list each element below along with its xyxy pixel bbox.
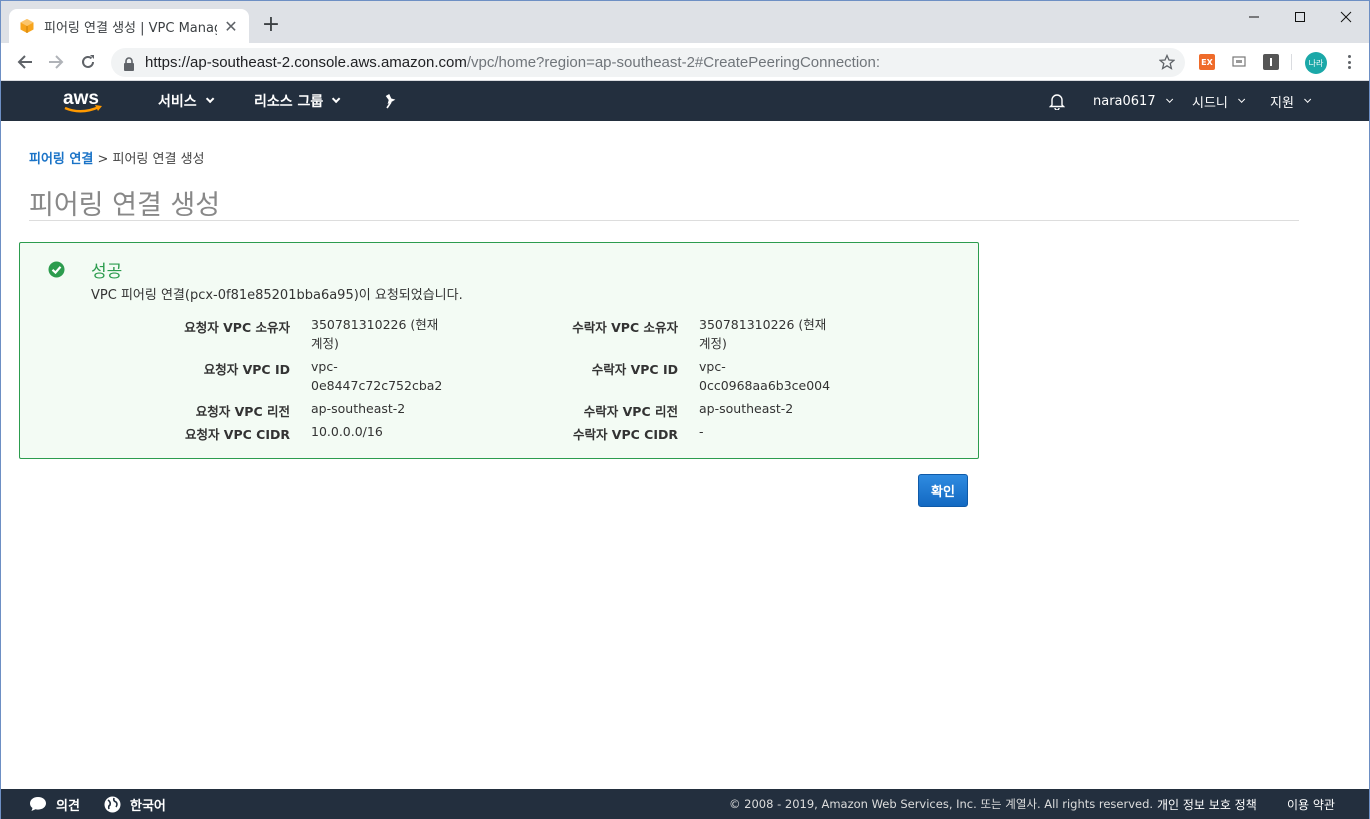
lock-icon [123, 56, 135, 71]
services-menu[interactable]: 서비스 [158, 81, 215, 121]
aws-console-header: aws 서비스 리소스 그룹 nara0617 시드니 지원 [1, 81, 1369, 121]
accepter-cidr-label: 수락자 VPC CIDR [572, 427, 678, 442]
tab-title: 피어링 연결 생성 | VPC Manage [44, 20, 217, 36]
chevron-down-icon [1304, 95, 1312, 103]
extension-reader-icon[interactable] [1263, 54, 1279, 70]
chevron-down-icon [205, 94, 215, 104]
browser-toolbar: https://ap-southeast-2.console.aws.amazo… [1, 43, 1369, 81]
success-heading: 성공 [91, 262, 123, 282]
new-tab-icon[interactable]: + [261, 13, 281, 37]
browser-menu-icon[interactable] [1344, 53, 1354, 71]
account-name: nara0617 [1093, 93, 1156, 109]
services-menu-label: 서비스 [158, 94, 197, 110]
address-bar[interactable]: https://ap-southeast-2.console.aws.amazo… [111, 48, 1185, 77]
ok-button[interactable]: 확인 [918, 474, 968, 507]
language-label: 한국어 [130, 798, 166, 814]
resource-groups-menu[interactable]: 리소스 그룹 [254, 81, 341, 121]
profile-avatar[interactable]: 나라 [1305, 52, 1327, 74]
bookmark-star-icon[interactable] [1158, 53, 1176, 74]
aws-cube-icon [19, 18, 35, 34]
minimize-icon[interactable] [1231, 1, 1277, 33]
back-icon[interactable] [15, 52, 35, 72]
chevron-down-icon [1165, 95, 1173, 103]
profile-avatar-label: 나라 [1308, 58, 1324, 68]
requester-vpc-id-value: vpc- 0e8447c72c752cba2 [311, 359, 443, 393]
accepter-owner-label: 수락자 VPC 소유자 [572, 320, 678, 335]
pin-icon[interactable] [383, 81, 399, 121]
success-message: VPC 피어링 연결(pcx-0f81e85201bba6a95)이 요청되었습… [91, 288, 463, 303]
requester-owner-value: 350781310226 (현재 계정) [311, 317, 439, 351]
breadcrumb-peering-connections-link[interactable]: 피어링 연결 [29, 152, 93, 167]
page-title: 피어링 연결 생성 [29, 183, 1299, 221]
notifications-bell-icon[interactable] [1049, 81, 1065, 121]
breadcrumb-separator: > [97, 152, 109, 167]
accepter-region-label: 수락자 VPC 리전 [583, 404, 678, 419]
toolbar-divider [1291, 54, 1292, 70]
tab-close-icon[interactable]: ✕ [223, 17, 239, 36]
requester-cidr-value: 10.0.0.0/16 [311, 424, 383, 439]
requester-region-label: 요청자 VPC 리전 [195, 404, 290, 419]
requester-owner-label: 요청자 VPC 소유자 [184, 320, 290, 335]
reload-icon[interactable] [78, 52, 98, 72]
requester-region-value: ap-southeast-2 [311, 401, 406, 416]
feedback-label: 의견 [56, 798, 80, 814]
requester-cidr-label: 요청자 VPC CIDR [184, 427, 290, 442]
chevron-down-icon [1237, 95, 1246, 103]
requester-vpc-id-label: 요청자 VPC ID [203, 362, 290, 377]
window-close-icon[interactable] [1323, 1, 1369, 33]
aws-logo-text: aws [63, 88, 99, 109]
region-name: 시드니 [1192, 95, 1228, 111]
copyright-text: © 2008 - 2019, Amazon Web Services, Inc.… [729, 797, 1154, 811]
accepter-owner-value: 350781310226 (현재 계정) [699, 317, 827, 351]
url-text: https://ap-southeast-2.console.aws.amazo… [145, 54, 881, 71]
language-selector[interactable]: 한국어 [104, 789, 166, 819]
extension-ex-label: EX [1201, 57, 1213, 67]
console-footer: 의견 한국어 © 2008 - 2019, Amazon Web Service… [1, 789, 1369, 819]
chevron-down-icon [332, 94, 341, 104]
forward-icon[interactable] [46, 52, 66, 72]
privacy-policy-link[interactable]: 개인 정보 보호 정책 [1157, 789, 1257, 819]
extension-screen-icon[interactable] [1231, 54, 1247, 70]
accepter-region-value: ap-southeast-2 [699, 401, 794, 416]
accepter-cidr-value: - [699, 424, 704, 439]
resource-groups-label: 리소스 그룹 [254, 94, 324, 110]
accepter-vpc-id-label: 수락자 VPC ID [591, 362, 678, 377]
feedback-bubble-icon [30, 797, 46, 811]
browser-tab[interactable]: 피어링 연결 생성 | VPC Manage ✕ [9, 9, 249, 43]
globe-icon [104, 796, 121, 812]
support-label: 지원 [1270, 95, 1294, 111]
browser-tab-strip: 피어링 연결 생성 | VPC Manage ✕ + [1, 1, 1369, 43]
success-check-icon [48, 261, 65, 278]
maximize-icon[interactable] [1277, 1, 1323, 33]
breadcrumb-current: 피어링 연결 생성 [112, 152, 205, 167]
feedback-link[interactable]: 의견 [29, 789, 80, 819]
aws-logo[interactable]: aws [61, 86, 105, 116]
terms-of-use-link[interactable]: 이용 약관 [1287, 789, 1335, 819]
success-alert: 성공 VPC 피어링 연결(pcx-0f81e85201bba6a95)이 요청… [19, 242, 979, 459]
extension-ex-icon[interactable]: EX [1199, 54, 1215, 70]
support-menu[interactable]: 지원 [1270, 81, 1312, 121]
accepter-vpc-id-value: vpc- 0cc0968aa6b3ce004 [699, 359, 831, 393]
breadcrumb: 피어링 연결 > 피어링 연결 생성 [29, 148, 205, 167]
account-menu[interactable]: nara0617 [1093, 81, 1173, 121]
region-menu[interactable]: 시드니 [1192, 81, 1246, 121]
